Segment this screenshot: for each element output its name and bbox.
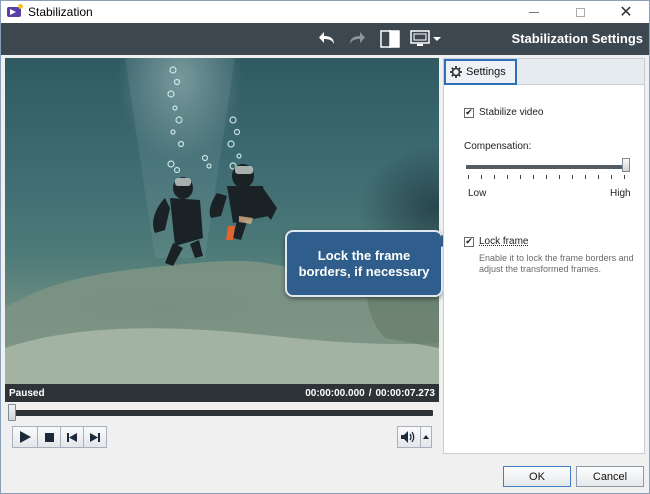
stabilization-window: Stabilization ✕ Stabilization Settings L… (0, 0, 650, 494)
slider-tick (624, 175, 625, 179)
play-button[interactable] (12, 426, 38, 448)
redo-icon[interactable] (345, 28, 367, 50)
maximize-icon (575, 7, 585, 17)
title-bar: Stabilization ✕ (1, 1, 649, 23)
seek-bar[interactable] (12, 410, 433, 416)
slider-tick (585, 175, 586, 179)
lock-frame-option[interactable]: ✔ Lock frame (464, 236, 528, 247)
compensation-label: Compensation: (464, 141, 532, 152)
underwater-scene (5, 58, 439, 384)
slider-tick (481, 175, 482, 179)
volume-control (397, 426, 432, 448)
tab-settings[interactable]: Settings (444, 59, 517, 85)
toolbar: Stabilization Settings (1, 23, 649, 55)
compensation-slider-ticks (468, 175, 625, 181)
current-time: 00:00:00.000 (305, 387, 365, 399)
minimize-button[interactable] (511, 1, 557, 23)
slider-tick (520, 175, 521, 179)
slider-tick (559, 175, 560, 179)
total-time: 00:00:07.273 (375, 387, 436, 399)
previous-frame-button[interactable] (60, 426, 84, 448)
gear-icon (450, 66, 462, 78)
compensation-slider-track[interactable] (466, 165, 626, 169)
tab-settings-label: Settings (466, 66, 506, 78)
undo-icon[interactable] (317, 28, 339, 50)
video-preview[interactable] (5, 58, 439, 384)
play-icon (20, 431, 31, 443)
volume-dropdown-button[interactable] (420, 426, 432, 448)
stop-icon (44, 432, 54, 442)
slider-tick (572, 175, 573, 179)
slider-tick (546, 175, 547, 179)
app-icon (7, 4, 23, 19)
maximize-button[interactable] (557, 1, 603, 23)
skip-back-icon (67, 432, 77, 442)
minimize-icon (529, 11, 539, 13)
stabilize-video-checkbox[interactable]: ✔ (464, 107, 474, 118)
stop-button[interactable] (37, 426, 61, 448)
lock-frame-description: Enable it to lock the frame borders and … (479, 253, 634, 274)
volume-button[interactable] (397, 426, 421, 448)
slider-tick (494, 175, 495, 179)
slider-tick (598, 175, 599, 179)
compensation-slider-thumb[interactable] (622, 158, 630, 172)
close-button[interactable]: ✕ (603, 1, 649, 23)
lock-frame-checkbox[interactable]: ✔ (464, 236, 474, 247)
skip-forward-icon (90, 432, 100, 442)
ok-button[interactable]: OK (503, 466, 571, 487)
lock-frame-label: Lock frame (479, 236, 529, 247)
playback-status-bar: Paused 00:00:00.000/00:00:07.273 (5, 384, 439, 402)
settings-panel: Settings ✔ Stabilize video Compensation:… (443, 58, 645, 454)
slider-tick (468, 175, 469, 179)
timecode: 00:00:00.000/00:00:07.273 (305, 388, 435, 399)
playback-status: Paused (9, 387, 45, 399)
slider-tick (611, 175, 612, 179)
slider-tick (507, 175, 508, 179)
compensation-high-label: High (610, 188, 631, 199)
transport-controls (12, 426, 107, 448)
stabilize-video-option[interactable]: ✔ Stabilize video (464, 107, 543, 118)
callout-tooltip: Lock the frame borders, if necessary (285, 230, 443, 297)
next-frame-button[interactable] (83, 426, 107, 448)
dropdown-arrow-icon[interactable] (431, 28, 443, 50)
cancel-button[interactable]: Cancel (576, 466, 644, 487)
split-view-icon[interactable] (379, 28, 401, 50)
window-controls: ✕ (511, 1, 649, 23)
panel-title: Stabilization Settings (511, 31, 643, 46)
speaker-icon (401, 431, 415, 443)
compensation-low-label: Low (468, 188, 487, 199)
time-separator: / (368, 387, 372, 399)
seek-thumb[interactable] (8, 404, 16, 421)
slider-tick (533, 175, 534, 179)
window-title: Stabilization (28, 5, 93, 19)
monitor-icon[interactable] (409, 28, 431, 50)
close-icon: ✕ (619, 4, 633, 21)
settings-tab-bar: Settings (444, 59, 644, 85)
stabilize-video-label: Stabilize video (479, 107, 544, 118)
chevron-up-icon (423, 435, 429, 439)
